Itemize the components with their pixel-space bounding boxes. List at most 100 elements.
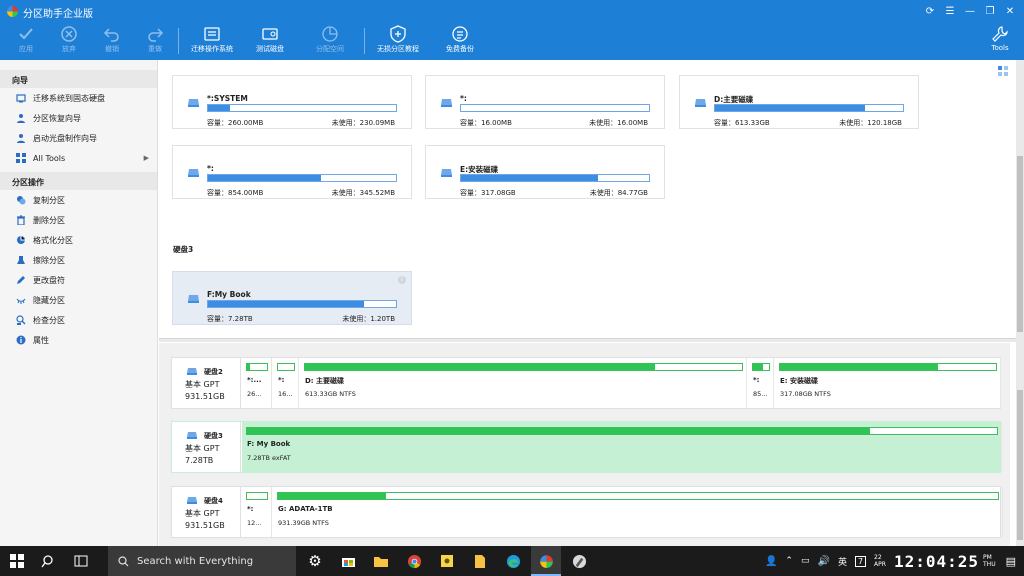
redo-button[interactable]: 重做 xyxy=(129,23,181,59)
drive-icon xyxy=(441,99,452,107)
wipe-icon xyxy=(16,255,26,265)
test-disk-button[interactable]: 测试磁盘 xyxy=(244,23,296,59)
close-button[interactable]: ✕ xyxy=(1002,3,1018,19)
disk-row[interactable]: 硬盘4 基本 GPT 931.51GB *: 12... G: ADATA-1TB 931.… xyxy=(171,486,1003,538)
taskbar-notes[interactable] xyxy=(432,546,462,576)
partition-block[interactable]: *: 16... xyxy=(273,358,299,408)
partition-usage-bar xyxy=(779,363,997,371)
network-icon[interactable]: ▭ xyxy=(801,556,810,566)
clock[interactable]: 12:04:25 xyxy=(894,552,979,571)
partition-card[interactable]: *: 容量：16.00MB 未使用：16.00MB xyxy=(425,75,665,129)
menu-icon[interactable]: ☰ xyxy=(942,3,958,19)
volume-icon[interactable]: 🔊 xyxy=(817,556,829,567)
taskbar-file[interactable] xyxy=(465,546,495,576)
backup-icon xyxy=(452,26,468,42)
partition-label: *: xyxy=(753,376,760,384)
partition-free: 未使用：345.52MB xyxy=(331,189,395,197)
date-day: 22 xyxy=(874,554,882,561)
partition-card[interactable]: E:安装磁碟 容量：317.08GB 未使用：84.77GB xyxy=(425,145,665,199)
sidebar-item-op-2[interactable]: 格式化分区 xyxy=(0,230,157,250)
sidebar-item-label: 隐藏分区 xyxy=(33,295,65,305)
taskbar-settings[interactable]: ⚙ xyxy=(300,546,330,576)
migrate-disk-icon xyxy=(204,27,220,41)
disk-info: 硬盘3 基本 GPT 7.28TB xyxy=(172,422,241,472)
search-icon xyxy=(40,554,53,567)
partition-card-selected[interactable]: F:My Book 容量：7.28TB 未使用：1.20TB i xyxy=(172,271,412,325)
sidebar-item-op-7[interactable]: 属性 xyxy=(0,330,157,350)
disk-row[interactable]: 硬盘3 基本 GPT 7.28TB F: My Book 7.28TB exFAT xyxy=(171,421,1002,473)
taskbar-explorer[interactable] xyxy=(366,546,396,576)
pie-icon xyxy=(322,26,338,42)
migrate-os-button[interactable]: 迁移操作系统 xyxy=(186,23,238,59)
usage-fill xyxy=(208,175,321,181)
sidebar-item-op-1[interactable]: 删除分区 xyxy=(0,210,157,230)
partition-usage-bar xyxy=(246,492,268,500)
minimize-button[interactable]: — xyxy=(962,3,978,19)
sidebar-item-op-6[interactable]: 检查分区 xyxy=(0,310,157,330)
sidebar-item-op-4[interactable]: 更改盘符 xyxy=(0,270,157,290)
input-language[interactable]: 英 xyxy=(838,555,847,568)
sidebar-item-op-5[interactable]: 隐藏分区 xyxy=(0,290,157,310)
partition-block[interactable]: D: 主要磁碟 613.33GB NTFS xyxy=(300,358,747,408)
taskbar-partition-assistant[interactable] xyxy=(531,546,561,576)
sidebar-item-wizard-0[interactable]: 迁移系统到固态硬盘 xyxy=(0,88,157,108)
partition-block[interactable]: E: 安装磁碟 317.08GB NTFS xyxy=(775,358,1001,408)
partition-block[interactable]: *: 12... xyxy=(242,487,272,537)
taskbar: Search with Everything ⚙ 👤 ⌃ ▭ 🔊 英 7 22 … xyxy=(0,546,1024,576)
user-icon[interactable]: 👤 xyxy=(765,556,777,567)
sidebar-item-label: 擦除分区 xyxy=(33,255,65,265)
partition-block[interactable]: *:... 26... xyxy=(242,358,272,408)
disk-size: 931.51GB xyxy=(185,392,225,401)
gear-icon: ⚙ xyxy=(308,552,322,570)
usage-fill xyxy=(208,301,365,307)
allocate-space-button[interactable]: 分配空间 xyxy=(304,23,356,59)
info-icon[interactable]: i xyxy=(398,276,406,284)
usage-bar xyxy=(460,174,650,182)
notification-icon[interactable]: ▤ xyxy=(1006,555,1016,568)
panel-splitter[interactable] xyxy=(159,338,1024,342)
partition-label: E: 安装磁碟 xyxy=(780,377,819,385)
sidebar-item-wizard-3[interactable]: All Tools ▶ xyxy=(0,148,157,168)
refresh-icon[interactable]: ⟳ xyxy=(922,3,938,19)
disk-row[interactable]: 硬盘2 基本 GPT 931.51GB *:... 26... *: 16... D: 主要磁… xyxy=(171,357,1001,409)
taskbar-store[interactable] xyxy=(333,546,363,576)
chevron-up-icon[interactable]: ⌃ xyxy=(785,556,793,566)
taskbar-app[interactable] xyxy=(564,546,594,576)
partition-card[interactable]: D:主要磁碟 容量：613.33GB 未使用：120.18GB xyxy=(679,75,919,129)
partition-card[interactable]: *: 容量：854.00MB 未使用：345.52MB xyxy=(172,145,412,199)
free-backup-button[interactable]: 免费备份 xyxy=(434,23,486,59)
search-button[interactable] xyxy=(32,546,62,576)
partition-block[interactable]: F: My Book 7.28TB exFAT xyxy=(242,422,1002,472)
usage-bar xyxy=(714,104,904,112)
partition-name: *: xyxy=(207,164,214,173)
partition-usage-fill xyxy=(305,364,655,370)
start-button[interactable] xyxy=(2,546,32,576)
restore-button[interactable]: ❐ xyxy=(982,3,998,19)
disk-size: 931.51GB xyxy=(185,521,225,530)
sidebar-item-op-0[interactable]: 复制分区 xyxy=(0,190,157,210)
partition-usage-bar xyxy=(752,363,770,371)
view-toggle-icon[interactable] xyxy=(998,66,1008,76)
lossless-tutorial-button[interactable]: 无损分区教程 xyxy=(372,23,424,59)
task-view-button[interactable] xyxy=(66,546,96,576)
sidebar-item-op-3[interactable]: 擦除分区 xyxy=(0,250,157,270)
partition-block[interactable]: *: 85... xyxy=(748,358,774,408)
everything-search-box[interactable]: Search with Everything xyxy=(108,546,296,576)
partition-card[interactable]: *:SYSTEM 容量：260.00MB 未使用：230.09MB xyxy=(172,75,412,129)
partition-block[interactable]: G: ADATA-1TB 931.39GB NTFS xyxy=(273,487,1003,537)
scrollbar-thumb-top[interactable] xyxy=(1017,156,1023,332)
search-icon xyxy=(118,555,129,566)
vertical-scrollbar[interactable] xyxy=(1016,60,1024,546)
app-logo-icon xyxy=(7,6,18,17)
taskbar-edge[interactable] xyxy=(498,546,528,576)
sidebar-item-wizard-1[interactable]: 分区恢复向导 xyxy=(0,108,157,128)
tools-button[interactable]: Tools xyxy=(976,23,1024,59)
clock-ampm: PM xyxy=(983,554,992,561)
chevron-right-icon: ▶ xyxy=(143,154,149,162)
wizard-section-header: 向导 xyxy=(0,70,157,88)
hide-icon xyxy=(16,295,26,305)
ime-icon[interactable]: 7 xyxy=(854,555,867,567)
sidebar-item-wizard-2[interactable]: 启动光盘制作向导 xyxy=(0,128,157,148)
scrollbar-thumb-bottom[interactable] xyxy=(1017,390,1023,540)
taskbar-chrome[interactable] xyxy=(399,546,429,576)
